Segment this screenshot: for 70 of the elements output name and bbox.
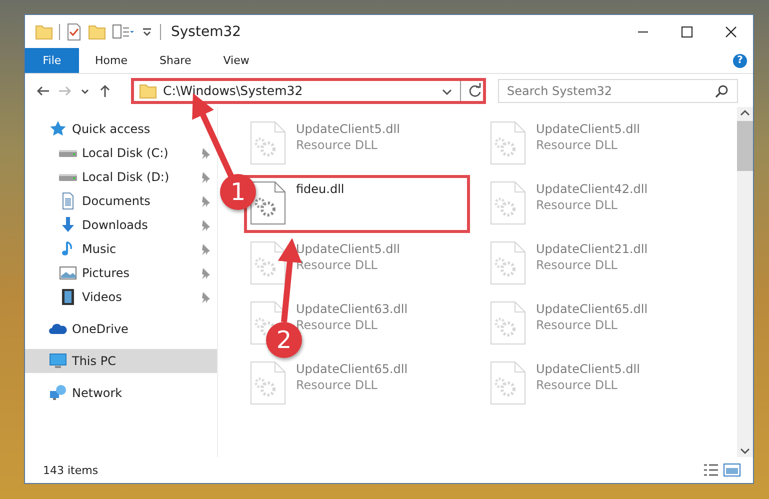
file-type: Resource DLL	[536, 258, 618, 272]
sidebar-item[interactable]: OneDrive	[25, 317, 217, 341]
file-type: Resource DLL	[296, 318, 378, 332]
folder-icon	[139, 82, 157, 100]
sidebar-item[interactable]: Pictures	[25, 261, 217, 285]
sidebar-item-selected[interactable]: This PC	[25, 349, 217, 373]
close-icon[interactable]	[725, 26, 737, 38]
star-icon	[49, 120, 67, 138]
large-icons-view-icon[interactable]	[723, 463, 741, 477]
file-name: UpdateClient63.dll	[296, 302, 408, 316]
checklist-document-icon	[66, 22, 82, 40]
details-view-icon[interactable]	[703, 463, 719, 477]
item-count: 143 items	[43, 464, 100, 476]
dll-file-icon	[250, 181, 286, 225]
computer-icon	[49, 352, 67, 370]
dll-file-icon	[490, 181, 526, 225]
file-type: Resource DLL	[296, 258, 378, 272]
file-name: UpdateClient42.dll	[536, 182, 648, 196]
picture-icon	[59, 264, 77, 282]
help-button[interactable]: ?	[733, 54, 747, 68]
file-name: UpdateClient5.dll	[536, 362, 640, 376]
file-name: UpdateClient5.dll	[296, 122, 400, 136]
dll-file-icon	[490, 121, 526, 165]
file-name: UpdateClient5.dll	[536, 122, 640, 136]
file-type: Resource DLL	[536, 138, 618, 152]
file-name: UpdateClient21.dll	[536, 242, 648, 256]
refresh-icon[interactable]	[467, 82, 483, 98]
dll-file-icon	[490, 361, 526, 405]
scrollbar-thumb[interactable]	[737, 121, 753, 171]
file-type: Resource DLL	[296, 378, 378, 392]
file-type: Resource DLL	[536, 318, 618, 332]
sidebar-item[interactable]: Local Disk (D:)	[25, 165, 217, 189]
scrollbar[interactable]	[737, 107, 753, 457]
dll-file-icon	[490, 301, 526, 345]
file-name: UpdateClient65.dll	[296, 362, 408, 376]
sidebar-item[interactable]: Downloads	[25, 213, 217, 237]
address-bar[interactable]: C:\Windows\System32	[131, 78, 486, 104]
properties-icon	[112, 22, 134, 40]
ribbon-tab[interactable]: View	[207, 48, 266, 73]
file-name: fideu.dll	[296, 182, 344, 196]
network-icon	[49, 384, 67, 402]
dll-file-icon	[490, 241, 526, 285]
sidebar-item[interactable]: Local Disk (C:)	[25, 141, 217, 165]
maximize-icon[interactable]	[681, 26, 693, 38]
file-type: Resource DLL	[296, 138, 378, 152]
film-icon	[59, 288, 77, 306]
sidebar-item[interactable]: Music	[25, 237, 217, 261]
dll-file-icon	[250, 361, 286, 405]
address-path: C:\Windows\System32	[163, 83, 304, 98]
download-arrow-icon	[59, 216, 77, 234]
drive-icon	[59, 174, 77, 180]
dll-file-icon	[250, 121, 286, 165]
sidebar-item[interactable]: Network	[25, 381, 217, 405]
sidebar-item[interactable]: Videos	[25, 285, 217, 309]
search-box[interactable]: Search System32	[498, 78, 738, 102]
folder-icon	[88, 22, 106, 40]
sidebar-item[interactable]: Documents	[25, 189, 217, 213]
folder-icon	[35, 22, 53, 40]
drive-icon	[59, 150, 77, 156]
dll-file-icon	[250, 241, 286, 285]
ribbon-tab[interactable]: Home	[79, 48, 144, 73]
file-type: Resource DLL	[536, 378, 618, 392]
file-menu-button[interactable]: File	[25, 48, 79, 73]
ribbon-tab[interactable]: Share	[143, 48, 208, 73]
file-type: Resource DLL	[536, 198, 618, 212]
file-name: UpdateClient65.dll	[536, 302, 648, 316]
sidebar-item[interactable]: Quick access	[25, 117, 217, 141]
search-icon	[715, 84, 729, 98]
window-title: System32	[171, 24, 242, 40]
file-name: UpdateClient5.dll	[296, 242, 400, 256]
